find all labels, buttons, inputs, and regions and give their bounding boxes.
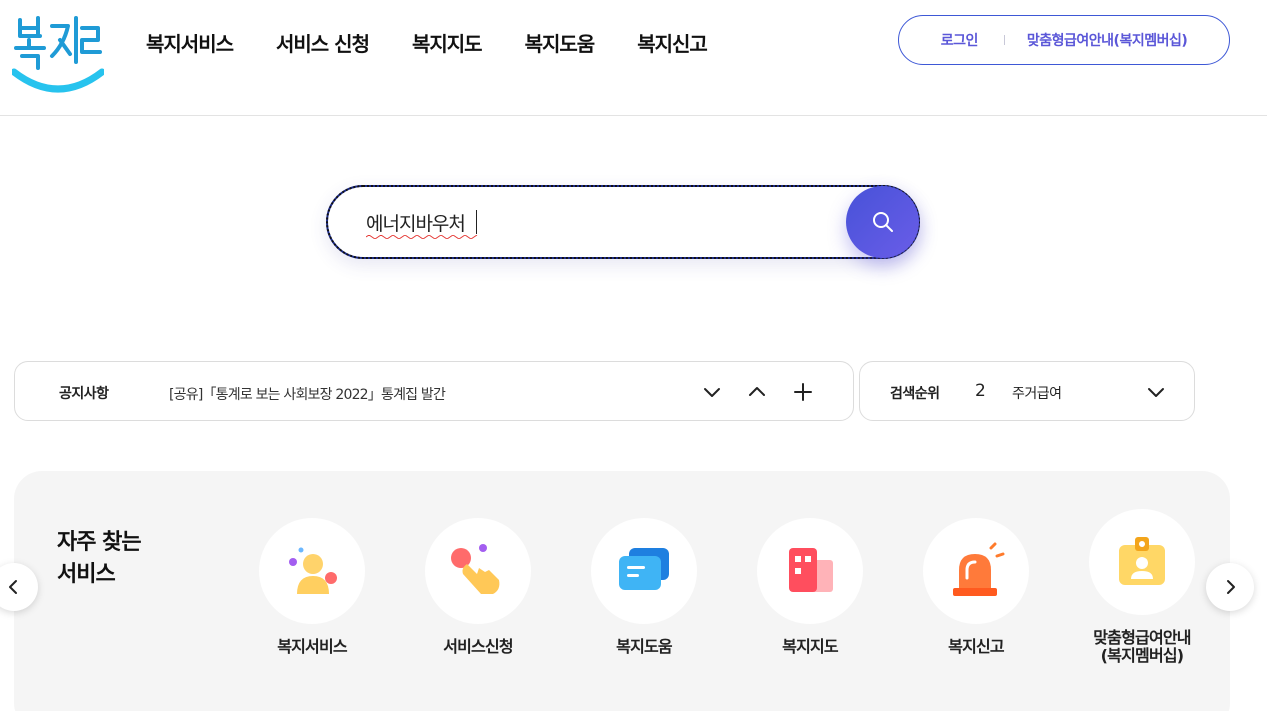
rank-label: 검색순위 [890,386,940,402]
site-header: 복지서비스 서비스 신청 복지지도 복지도움 복지신고 로그인 맞춤형급여안내(… [0,0,1267,116]
spellcheck-underline [366,235,478,239]
chevron-down-icon[interactable] [700,380,724,404]
service-label: 복지서비스 [277,637,347,656]
notice-label: 공지사항 [59,386,109,402]
service-icon-circle [591,518,697,624]
chevron-right-icon [1227,580,1235,594]
service-report[interactable]: 복지신고 [906,518,1046,656]
divider [1003,35,1005,45]
service-icon-circle [1089,509,1195,615]
frequent-services-title: 자주 찾는 서비스 [57,527,142,591]
service-icon-circle [259,518,365,624]
title-line: 서비스 [57,562,116,587]
nav-welfare-report[interactable]: 복지신고 [637,28,708,57]
service-label: 복지지도 [782,637,838,656]
service-welfare[interactable]: 복지서비스 [242,518,382,656]
pointing-hand-icon [451,544,500,594]
label-line: (복지멤버십) [1100,646,1184,665]
service-icon-circle [757,518,863,624]
membership-link[interactable]: 맞춤형급여안내(복지멤버십) [1027,30,1188,50]
building-icon [789,548,833,592]
service-map[interactable]: 복지지도 [740,518,880,656]
frequent-services-panel: 자주 찾는 서비스 복지서비스 서비스신청 복지도움 복지지도 복지신고 맞춤형… [14,471,1230,711]
chevron-left-icon [9,580,17,594]
plus-icon[interactable] [791,380,815,404]
nav-welfare-map[interactable]: 복지지도 [412,28,483,57]
label-line: 맞춤형급여안내 [1093,628,1191,647]
nav-service-apply[interactable]: 서비스 신청 [276,28,370,57]
service-apply[interactable]: 서비스신청 [408,518,548,656]
chevron-up-icon[interactable] [745,380,769,404]
search-input[interactable] [366,207,836,237]
search-icon [872,212,893,232]
service-label: 서비스신청 [443,637,513,656]
siren-icon [953,542,1005,596]
nav-welfare-service[interactable]: 복지서비스 [146,28,234,57]
user-links: 로그인 맞춤형급여안내(복지멤버십) [898,15,1230,65]
service-label: 복지도움 [616,637,672,656]
search-bar [326,185,920,259]
chevron-down-icon[interactable] [1144,380,1168,404]
rank-number: 2 [975,381,986,401]
next-arrow-button[interactable] [1206,563,1254,611]
rank-keyword[interactable]: 주거급여 [1012,383,1062,403]
search-button[interactable] [846,186,919,258]
service-membership[interactable]: 맞춤형급여안내 (복지멤버십) [1072,509,1212,665]
service-help[interactable]: 복지도움 [574,518,714,656]
id-badge-icon [1119,537,1165,585]
chat-bubble-icon [619,548,669,590]
person-icon [289,547,337,594]
logo-mark [12,16,104,93]
search-rank-bar: 검색순위 2 주거급여 [859,361,1195,421]
nav-welfare-help[interactable]: 복지도움 [525,28,596,57]
title-line: 자주 찾는 [57,530,142,555]
login-link[interactable]: 로그인 [941,30,979,50]
service-icon-circle [923,518,1029,624]
text-caret [476,210,477,234]
notice-bar: 공지사항 [공유]「통계로 보는 사회보장 2022」통계집 발간 [14,361,854,421]
main-nav: 복지서비스 서비스 신청 복지지도 복지도움 복지신고 [146,28,750,57]
service-icon-circle [425,518,531,624]
logo[interactable] [12,10,104,100]
notice-text[interactable]: [공유]「통계로 보는 사회보장 2022」통계집 발간 [169,384,446,404]
service-label: 맞춤형급여안내 (복지멤버십) [1072,629,1212,665]
service-label: 복지신고 [948,637,1004,656]
